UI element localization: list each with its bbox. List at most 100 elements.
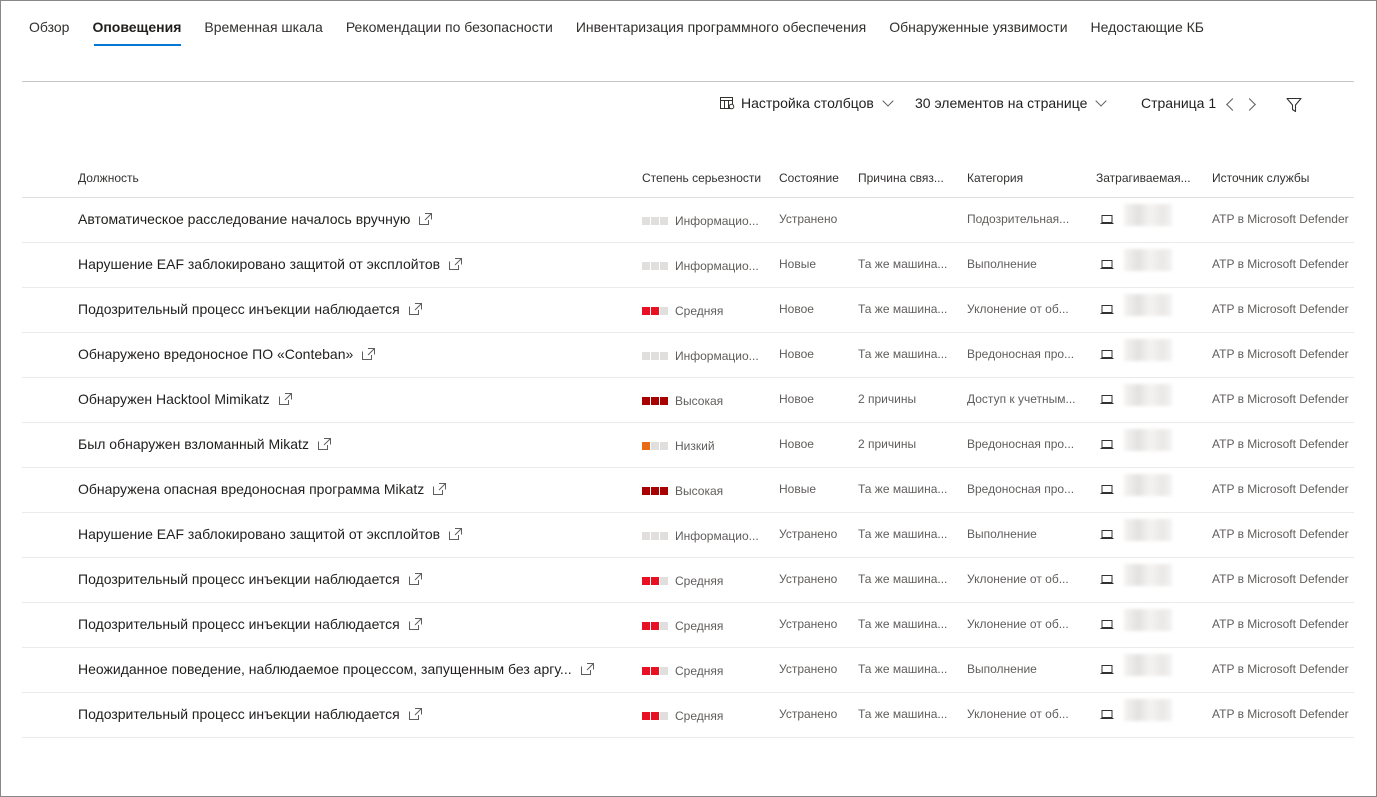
alert-title-link[interactable]: Был обнаружен взломанный Mikatz [78, 436, 331, 452]
column-settings-icon [720, 97, 735, 110]
open-in-new-icon[interactable] [433, 483, 447, 495]
column-header-reason[interactable]: Причина связ... [858, 171, 953, 185]
table-row[interactable]: Был обнаружен взломанный Mikatz Низкий Нов… [22, 423, 1354, 468]
status-cell: Новые [779, 257, 817, 271]
alert-title: Обнаружено вредоносное ПО «Conteban» [78, 346, 354, 362]
laptop-icon [1100, 259, 1114, 269]
affected-device-cell[interactable] [1100, 519, 1172, 541]
table-row[interactable]: Подозрительный процесс инъекции наблюдае… [22, 693, 1354, 738]
table-row[interactable]: Обнаружена опасная вредоносная программа… [22, 468, 1354, 513]
open-in-new-icon[interactable] [419, 213, 433, 225]
table-row[interactable]: Подозрительный процесс инъекции наблюдае… [22, 603, 1354, 648]
severity-indicator: Средняя [642, 709, 723, 723]
column-header-title[interactable]: Должность [78, 171, 139, 185]
severity-bars [642, 622, 668, 630]
redacted-device-name [1124, 564, 1172, 586]
table-row[interactable]: Неожиданное поведение, наблюдаемое проце… [22, 648, 1354, 693]
severity-bar [651, 667, 659, 675]
open-in-new-icon[interactable] [317, 438, 331, 450]
page-indicator: Страница 1 [1141, 95, 1216, 111]
open-in-new-icon[interactable] [449, 528, 463, 540]
open-in-new-icon[interactable] [449, 258, 463, 270]
column-header-category[interactable]: Категория [967, 171, 1077, 185]
severity-bar [651, 532, 659, 540]
open-in-new-icon[interactable] [408, 618, 422, 630]
tab-overview[interactable]: Обзор [29, 19, 69, 45]
alert-title: Подозрительный процесс инъекции наблюдае… [78, 616, 400, 632]
affected-device-cell[interactable] [1100, 699, 1172, 721]
alert-title-link[interactable]: Обнаружен Hacktool Mimikatz [78, 391, 292, 407]
table-row[interactable]: Обнаружен Hacktool Mimikatz Высокая Новое 2… [22, 378, 1354, 423]
alert-title-link[interactable]: Подозрительный процесс инъекции наблюдае… [78, 571, 422, 587]
column-header-severity[interactable]: Степень серьезности [642, 171, 767, 185]
alert-title: Обнаружена опасная вредоносная программа… [78, 481, 425, 497]
severity-bar [660, 577, 668, 585]
alert-title-link[interactable]: Нарушение EAF заблокировано защитой от э… [78, 256, 463, 272]
alert-title-link[interactable]: Автоматическое расследование началось вр… [78, 211, 433, 227]
severity-indicator: Информацио... [642, 349, 759, 363]
reason-cell: Та же машина... [858, 302, 948, 316]
table-row[interactable]: Обнаружено вредоносное ПО «Conteban» Инфо… [22, 333, 1354, 378]
table-row[interactable]: Подозрительный процесс инъекции наблюдае… [22, 288, 1354, 333]
reason-cell: Та же машина... [858, 527, 948, 541]
customize-columns-label: Настройка столбцов [741, 95, 874, 111]
alert-title-link[interactable]: Подозрительный процесс инъекции наблюдае… [78, 616, 422, 632]
redacted-device-name [1124, 474, 1172, 496]
table-row[interactable]: Нарушение EAF заблокировано защитой от э… [22, 243, 1354, 288]
column-header-affected-device[interactable]: Затрагиваемая... [1096, 171, 1196, 185]
tab-software-inventory[interactable]: Инвентаризация программного обеспечения [576, 19, 866, 45]
category-cell: Выполнение [967, 527, 1037, 541]
table-row[interactable]: Нарушение EAF заблокировано защитой от э… [22, 513, 1354, 558]
tab-timeline[interactable]: Временная шкала [204, 19, 322, 45]
column-header-service-source[interactable]: Источник службы [1212, 171, 1352, 185]
reason-cell: Та же машина... [858, 482, 948, 496]
severity-bar [642, 307, 650, 315]
affected-device-cell[interactable] [1100, 294, 1172, 316]
affected-device-cell[interactable] [1100, 654, 1172, 676]
page-size-dropdown[interactable]: 30 элементов на странице [915, 95, 1108, 111]
service-source-cell: ATP в Microsoft Defender [1212, 212, 1349, 226]
open-in-new-icon[interactable] [580, 663, 594, 675]
redacted-device-name [1124, 204, 1172, 226]
affected-device-cell[interactable] [1100, 384, 1172, 406]
open-in-new-icon[interactable] [408, 303, 422, 315]
table-row[interactable]: Подозрительный процесс инъекции наблюдае… [22, 558, 1354, 603]
open-in-new-icon[interactable] [362, 348, 376, 360]
severity-bar [642, 712, 650, 720]
alert-title: Подозрительный процесс инъекции наблюдае… [78, 706, 400, 722]
table-row[interactable]: Автоматическое расследование началось вр… [22, 198, 1354, 243]
tab-security-recommendations[interactable]: Рекомендации по безопасности [346, 19, 553, 45]
tab-discovered-vulnerabilities[interactable]: Обнаруженные уязвимости [889, 19, 1067, 45]
status-cell: Новое [779, 437, 814, 451]
alert-title-link[interactable]: Подозрительный процесс инъекции наблюдае… [78, 706, 422, 722]
open-in-new-icon[interactable] [278, 393, 292, 405]
laptop-icon [1100, 484, 1114, 494]
affected-device-cell[interactable] [1100, 339, 1172, 361]
filter-icon[interactable] [1286, 97, 1302, 113]
severity-bars [642, 352, 668, 360]
open-in-new-icon[interactable] [408, 573, 422, 585]
column-header-status[interactable]: Состояние [779, 171, 849, 185]
open-in-new-icon[interactable] [408, 708, 422, 720]
affected-device-cell[interactable] [1100, 429, 1172, 451]
severity-bars [642, 667, 668, 675]
customize-columns-button[interactable]: Настройка столбцов [720, 95, 894, 111]
affected-device-cell[interactable] [1100, 474, 1172, 496]
alert-title-link[interactable]: Подозрительный процесс инъекции наблюдае… [78, 301, 422, 317]
affected-device-cell[interactable] [1100, 204, 1172, 226]
tab-missing-kbs[interactable]: Недостающие КБ [1091, 19, 1204, 45]
alert-title-link[interactable]: Обнаружена опасная вредоносная программа… [78, 481, 447, 497]
redacted-device-name [1124, 609, 1172, 631]
alert-title-link[interactable]: Нарушение EAF заблокировано защитой от э… [78, 526, 463, 542]
affected-device-cell[interactable] [1100, 249, 1172, 271]
reason-cell: Та же машина... [858, 662, 948, 676]
tab-alerts[interactable]: Оповещения [92, 19, 181, 46]
severity-indicator: Высокая [642, 484, 723, 498]
alert-title-link[interactable]: Обнаружено вредоносное ПО «Conteban» [78, 346, 376, 362]
alert-title: Обнаружен Hacktool Mimikatz [78, 391, 270, 407]
alert-title: Неожиданное поведение, наблюдаемое проце… [78, 661, 572, 677]
tabs-divider [22, 81, 1354, 82]
affected-device-cell[interactable] [1100, 609, 1172, 631]
alert-title-link[interactable]: Неожиданное поведение, наблюдаемое проце… [78, 661, 594, 677]
affected-device-cell[interactable] [1100, 564, 1172, 586]
